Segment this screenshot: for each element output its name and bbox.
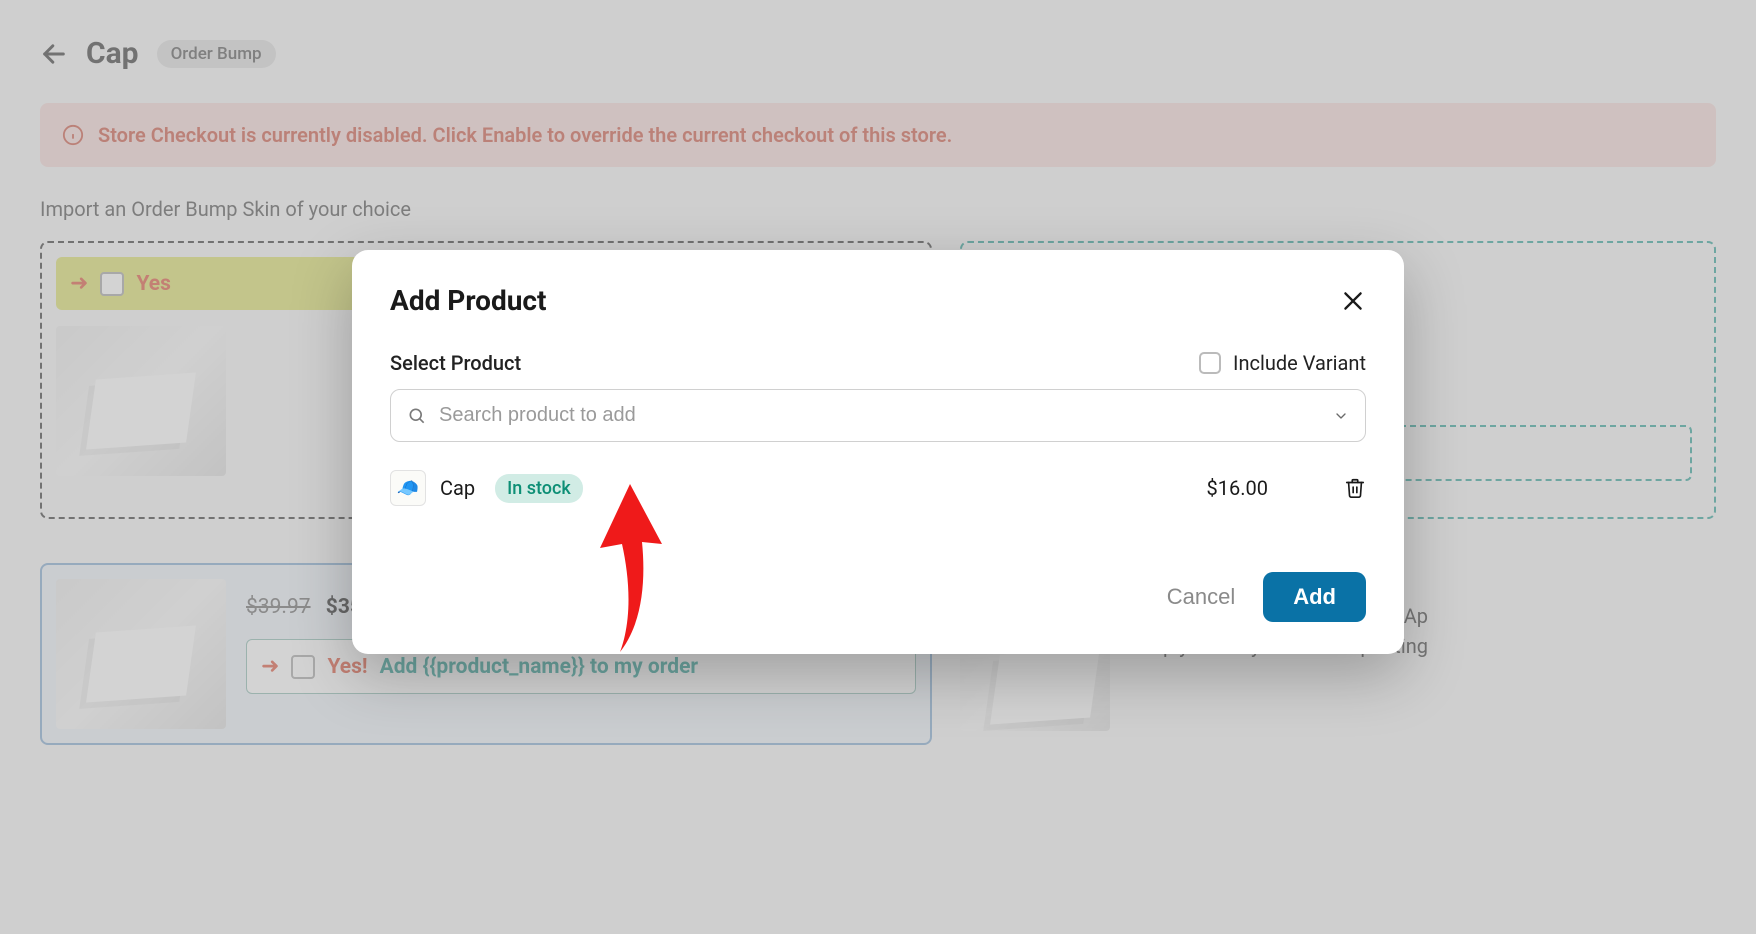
add-button[interactable]: Add <box>1263 572 1366 622</box>
search-icon <box>407 406 427 426</box>
stock-badge: In stock <box>495 474 583 503</box>
product-price: $16.00 <box>1207 476 1268 500</box>
select-row: Select Product Include Variant <box>390 351 1366 375</box>
product-row: 🧢 Cap In stock $16.00 <box>390 460 1366 518</box>
select-product-label: Select Product <box>390 351 521 375</box>
cancel-button[interactable]: Cancel <box>1167 584 1235 610</box>
modal-header: Add Product <box>390 284 1366 317</box>
product-search-box[interactable] <box>390 389 1366 442</box>
include-variant-checkbox[interactable] <box>1199 352 1221 374</box>
include-variant-label: Include Variant <box>1233 351 1366 375</box>
modal-title: Add Product <box>390 284 547 317</box>
product-name: Cap <box>440 476 475 500</box>
add-product-modal: Add Product Select Product Include Varia… <box>352 250 1404 654</box>
search-input[interactable] <box>439 404 1321 427</box>
modal-footer: Cancel Add <box>390 572 1366 622</box>
chevron-down-icon[interactable] <box>1333 408 1349 424</box>
include-variant-wrap[interactable]: Include Variant <box>1199 351 1366 375</box>
close-icon[interactable] <box>1340 288 1366 314</box>
product-thumb-icon: 🧢 <box>390 470 426 506</box>
modal-overlay: Add Product Select Product Include Varia… <box>0 0 1756 934</box>
trash-icon[interactable] <box>1344 476 1366 500</box>
